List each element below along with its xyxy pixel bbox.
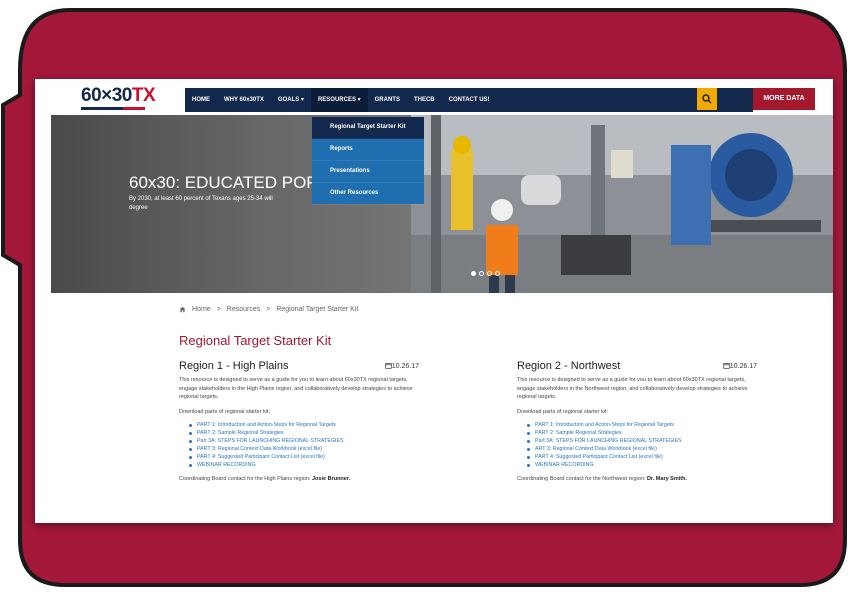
starter-kit-link[interactable]: ART 3: Regional Context Data Workbook (e…: [527, 445, 757, 453]
region-title: Region 2 - Northwest: [517, 360, 621, 372]
page-title: Regional Target Starter Kit: [179, 333, 332, 348]
site-logo[interactable]: 60×30TX: [81, 85, 156, 107]
starter-kit-parts-list: PART 1: Introduction and Action-Steps fo…: [517, 421, 757, 469]
contact-name: Josie Brunner.: [312, 475, 351, 482]
webinar-recording-link[interactable]: WEBINAR RECORDING: [527, 461, 757, 469]
logo-underline: [81, 107, 145, 110]
carousel-dot[interactable]: [479, 271, 484, 276]
carousel-dots: [471, 271, 500, 276]
breadcrumb-separator: >: [266, 306, 271, 313]
region-contact: Coordinating Board contact for the High …: [179, 475, 351, 482]
menu-item-reports[interactable]: Reports: [312, 139, 424, 161]
search-button[interactable]: [697, 88, 717, 110]
nav-bar-extension: [607, 88, 753, 112]
breadcrumb-separator: >: [216, 306, 221, 313]
region-contact: Coordinating Board contact for the North…: [517, 475, 687, 482]
region-description: This resource is designed to serve as a …: [179, 377, 413, 400]
breadcrumb-home[interactable]: Home: [192, 306, 211, 313]
download-label: Download parts of regional starter kit:: [179, 408, 271, 415]
starter-kit-parts-list: PART 1: Introduction and Action-Steps fo…: [179, 421, 419, 469]
hero-banner: 60x30: EDUCATED POPU By 2030, at least 6…: [51, 115, 833, 293]
breadcrumb: Home > Resources > Regional Target Start…: [179, 306, 358, 313]
starter-kit-link[interactable]: Part 3A: STEPS FOR LAUNCHING REGIONAL ST…: [189, 437, 419, 445]
hero-title: 60x30: EDUCATED POPU: [129, 173, 330, 192]
nav-contact-us[interactable]: CONTACT US!: [442, 88, 497, 112]
region-date: 10.26.17: [385, 362, 419, 370]
carousel-dot[interactable]: [471, 271, 476, 276]
starter-kit-link[interactable]: PART 1: Introduction and Action-Steps fo…: [527, 421, 757, 429]
region-description: This resource is designed to serve as a …: [517, 377, 748, 400]
menu-item-presentations[interactable]: Presentations: [312, 161, 424, 183]
resources-dropdown-menu: Regional Target Starter Kit Reports Pres…: [312, 117, 424, 205]
home-icon: [179, 306, 186, 313]
carousel-dot[interactable]: [495, 271, 500, 276]
nav-goals[interactable]: GOALS ▾: [271, 88, 311, 112]
nav-grants[interactable]: GRANTS: [368, 88, 407, 112]
breadcrumb-current: Regional Target Starter Kit: [276, 306, 359, 313]
main-nav: HOME WHY 60x30TX GOALS ▾ RESOURCES ▾ GRA…: [185, 88, 607, 112]
website-screenshot: 60×30TX HOME WHY 60x30TX GOALS ▾ RESOURC…: [35, 79, 833, 523]
nav-resources[interactable]: RESOURCES ▾: [310, 88, 368, 112]
starter-kit-link[interactable]: Part 3A: STEPS FOR LAUNCHING REGIONAL ST…: [527, 437, 757, 445]
starter-kit-link[interactable]: PART 1: Introduction and Action-Steps fo…: [189, 421, 419, 429]
starter-kit-link[interactable]: PART 4: Suggested Participant Contact Li…: [189, 453, 419, 461]
menu-item-regional-target-starter-kit[interactable]: Regional Target Starter Kit: [312, 117, 424, 139]
site-header: 60×30TX HOME WHY 60x30TX GOALS ▾ RESOURC…: [35, 79, 833, 115]
download-label: Download parts of regional starter kit:: [517, 408, 609, 415]
nav-why-60x30tx[interactable]: WHY 60x30TX: [217, 88, 271, 112]
region-title: Region 1 - High Plains: [179, 360, 289, 372]
nav-thecb[interactable]: THECB: [407, 88, 442, 112]
webinar-recording-link[interactable]: WEBINAR RECORDING: [189, 461, 419, 469]
calendar-icon: [723, 363, 730, 369]
starter-kit-link[interactable]: PART 2: Sample Regional Strategies: [189, 429, 419, 437]
region-card: Region 2 - Northwest 10.26.17 This resou…: [517, 356, 757, 482]
starter-kit-link[interactable]: PART 4: Suggested Participant Contact Li…: [527, 453, 757, 461]
more-data-button[interactable]: MORE DATA: [753, 88, 815, 110]
search-icon: [702, 94, 712, 104]
starter-kit-link[interactable]: PART 3: Regional Context Data Workbook (…: [189, 445, 419, 453]
starter-kit-link[interactable]: PART 2: Sample Regional Strategies: [527, 429, 757, 437]
region-date: 10.26.17: [723, 362, 757, 370]
nav-home[interactable]: HOME: [185, 88, 217, 112]
contact-name: Dr. Mary Smith.: [646, 475, 687, 482]
menu-item-other-resources[interactable]: Other Resources: [312, 183, 424, 205]
calendar-icon: [385, 363, 392, 369]
hero-industrial-photo: [411, 115, 833, 293]
region-card: Region 1 - High Plains 10.26.17 This res…: [179, 356, 419, 482]
carousel-dot[interactable]: [487, 271, 492, 276]
breadcrumb-resources[interactable]: Resources: [227, 306, 260, 313]
